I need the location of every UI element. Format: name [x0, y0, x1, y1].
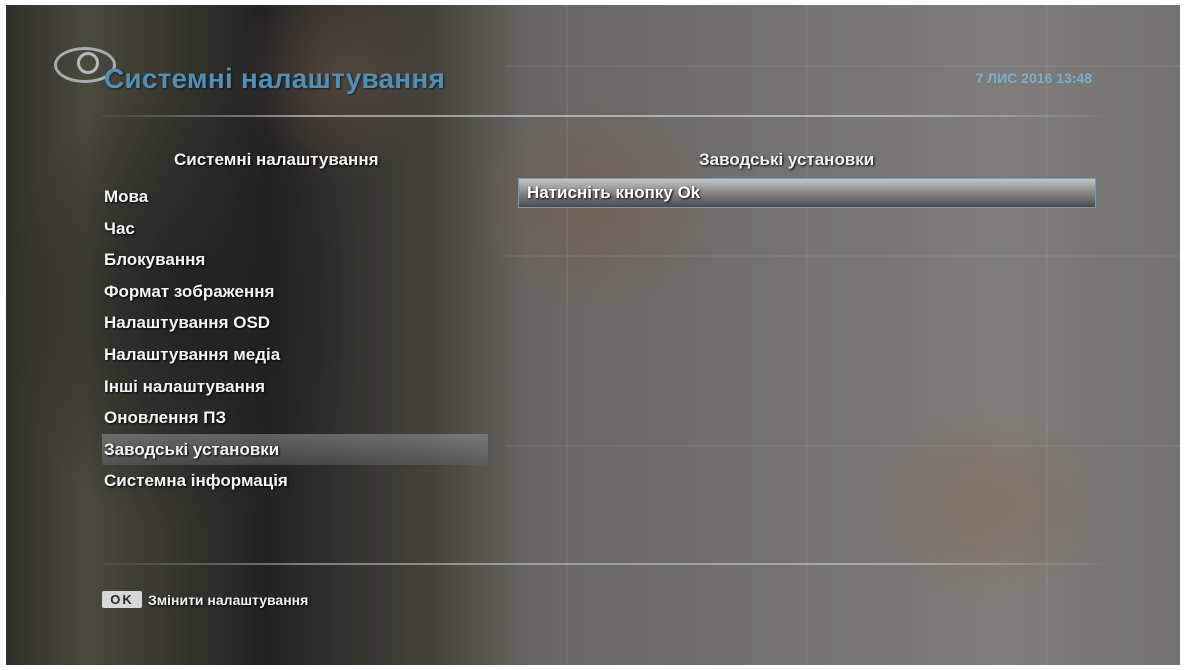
settings-menu: Мова Час Блокування Формат зображення На…	[102, 181, 488, 497]
menu-item-factory-reset[interactable]: Заводські установки	[102, 433, 488, 466]
page-title: Системні налаштування	[104, 63, 446, 94]
menu-item-picture-format[interactable]: Формат зображення	[102, 276, 488, 308]
option-label: Натисніть кнопку Ok	[527, 183, 701, 202]
footer-hint: OK Змінити налаштування	[102, 591, 308, 608]
footer-divider	[102, 563, 1102, 565]
factory-reset-confirm-option[interactable]: Натисніть кнопку Ok	[518, 178, 1096, 208]
menu-item-osd-settings[interactable]: Налаштування OSD	[102, 307, 488, 339]
ok-key-icon[interactable]: OK	[102, 591, 142, 608]
menu-item-software-update[interactable]: Оновлення ПЗ	[102, 402, 488, 434]
menu-item-system-info[interactable]: Системна інформація	[102, 465, 488, 497]
menu-item-language[interactable]: Мова	[102, 181, 488, 213]
header-divider	[102, 115, 1102, 117]
menu-item-other-settings[interactable]: Інші налаштування	[102, 371, 488, 403]
left-panel-heading: Системні налаштування	[174, 150, 379, 169]
date-time: 7 ЛИС 2016 13:48	[975, 70, 1092, 86]
right-panel-heading: Заводські установки	[699, 150, 875, 169]
tv-screen: Системні налаштування 7 ЛИС 2016 13:48 С…	[6, 5, 1180, 665]
menu-item-time[interactable]: Час	[102, 213, 488, 245]
menu-item-parental-lock[interactable]: Блокування	[102, 244, 488, 276]
menu-item-media-settings[interactable]: Налаштування медіа	[102, 339, 488, 371]
hint-text: Змінити налаштування	[148, 591, 309, 608]
